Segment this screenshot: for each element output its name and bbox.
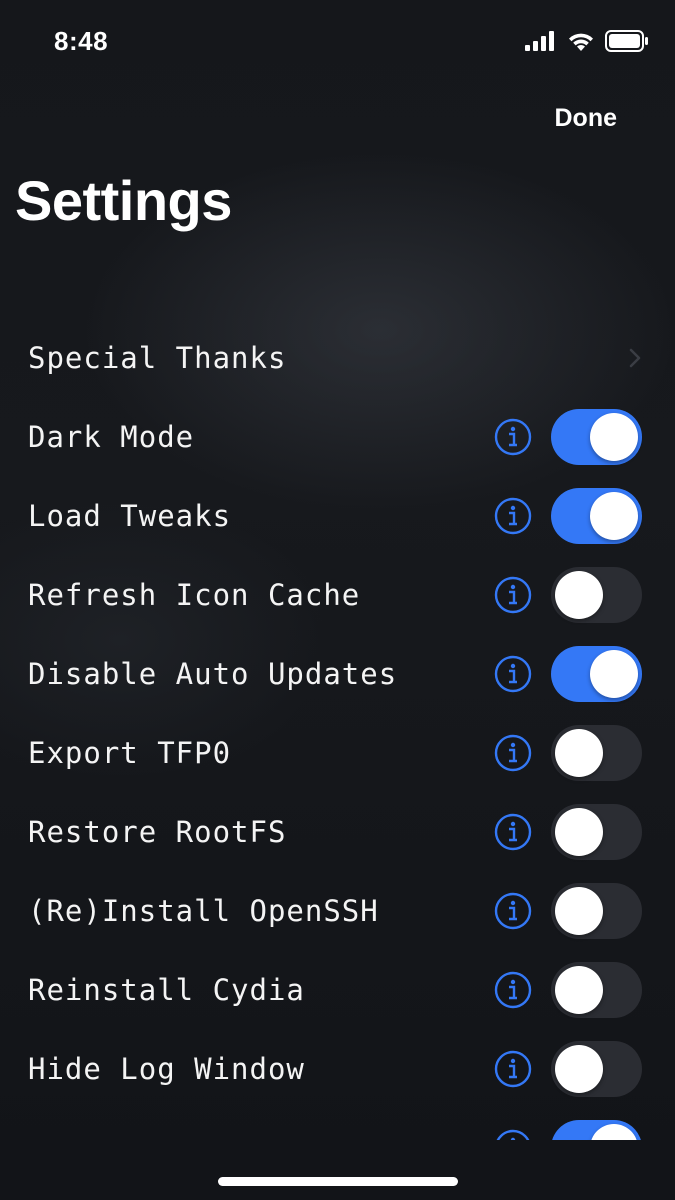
row-reinstall-openssh: (Re)Install OpenSSH (0, 871, 675, 950)
reinstall-cydia-toggle[interactable] (551, 961, 642, 1018)
reinstall-openssh-toggle[interactable] (551, 882, 642, 939)
info-icon[interactable] (494, 813, 532, 851)
settings-list[interactable]: Special Thanks Dark Mode Load Tweaks Ref… (0, 318, 675, 1140)
status-icons (525, 30, 649, 52)
info-icon[interactable] (494, 734, 532, 772)
toggle-knob (555, 570, 603, 619)
row-label: Disable Auto Updates (28, 656, 398, 691)
done-button[interactable]: Done (555, 104, 618, 133)
chevron-right-icon (629, 348, 641, 367)
row-load-tweaks: Load Tweaks (0, 476, 675, 555)
row-label: (Re)Install OpenSSH (28, 893, 379, 928)
dark-mode-toggle[interactable] (551, 408, 642, 465)
export-tfp0-toggle[interactable] (551, 724, 642, 781)
row-label: Refresh Icon Cache (28, 577, 361, 612)
toggle-knob (555, 965, 603, 1014)
info-icon[interactable] (494, 655, 532, 693)
info-icon[interactable] (494, 576, 532, 614)
row-label: Load Tweaks (28, 498, 232, 533)
load-tweaks-toggle[interactable] (551, 487, 642, 544)
row-export-tfp0: Export TFP0 (0, 713, 675, 792)
row-label: Export TFP0 (28, 735, 232, 770)
home-indicator (218, 1177, 458, 1186)
partially-visible-toggle[interactable] (551, 1119, 642, 1140)
row-dark-mode: Dark Mode (0, 397, 675, 476)
restore-rootfs-toggle[interactable] (551, 803, 642, 860)
toggle-knob (555, 807, 603, 856)
info-icon[interactable] (494, 892, 532, 930)
toggle-knob (555, 728, 603, 777)
row-disable-auto-updates: Disable Auto Updates (0, 634, 675, 713)
info-icon[interactable] (494, 1050, 532, 1088)
toggle-knob (590, 412, 638, 461)
disable-auto-updates-toggle[interactable] (551, 645, 642, 702)
row-refresh-icon-cache: Refresh Icon Cache (0, 555, 675, 634)
cellular-signal-icon (525, 31, 554, 51)
toggle-knob (590, 491, 638, 540)
row-restore-rootfs: Restore RootFS (0, 792, 675, 871)
refresh-icon-cache-toggle[interactable] (551, 566, 642, 623)
row-partially-visible (0, 1108, 675, 1140)
row-label: Reinstall Cydia (28, 972, 305, 1007)
info-icon[interactable] (494, 497, 532, 535)
hide-log-window-toggle[interactable] (551, 1040, 642, 1097)
row-reinstall-cydia: Reinstall Cydia (0, 950, 675, 1029)
row-hide-log-window: Hide Log Window (0, 1029, 675, 1108)
row-special-thanks[interactable]: Special Thanks (0, 318, 675, 397)
battery-icon (605, 30, 648, 52)
toggle-knob (555, 1044, 603, 1093)
wifi-icon (569, 33, 593, 51)
row-label: Restore RootFS (28, 814, 287, 849)
info-icon[interactable] (494, 418, 532, 456)
row-label: Hide Log Window (28, 1051, 305, 1086)
info-icon[interactable] (494, 1129, 532, 1141)
status-bar: 8:48 (0, 0, 675, 84)
status-time: 8:48 (54, 26, 109, 56)
toggle-knob (590, 649, 638, 698)
row-label: Dark Mode (28, 419, 195, 454)
info-icon[interactable] (494, 971, 532, 1009)
toggle-knob (590, 1123, 638, 1140)
row-label: Special Thanks (28, 340, 287, 375)
toggle-knob (555, 886, 603, 935)
page-title: Settings (15, 169, 232, 232)
